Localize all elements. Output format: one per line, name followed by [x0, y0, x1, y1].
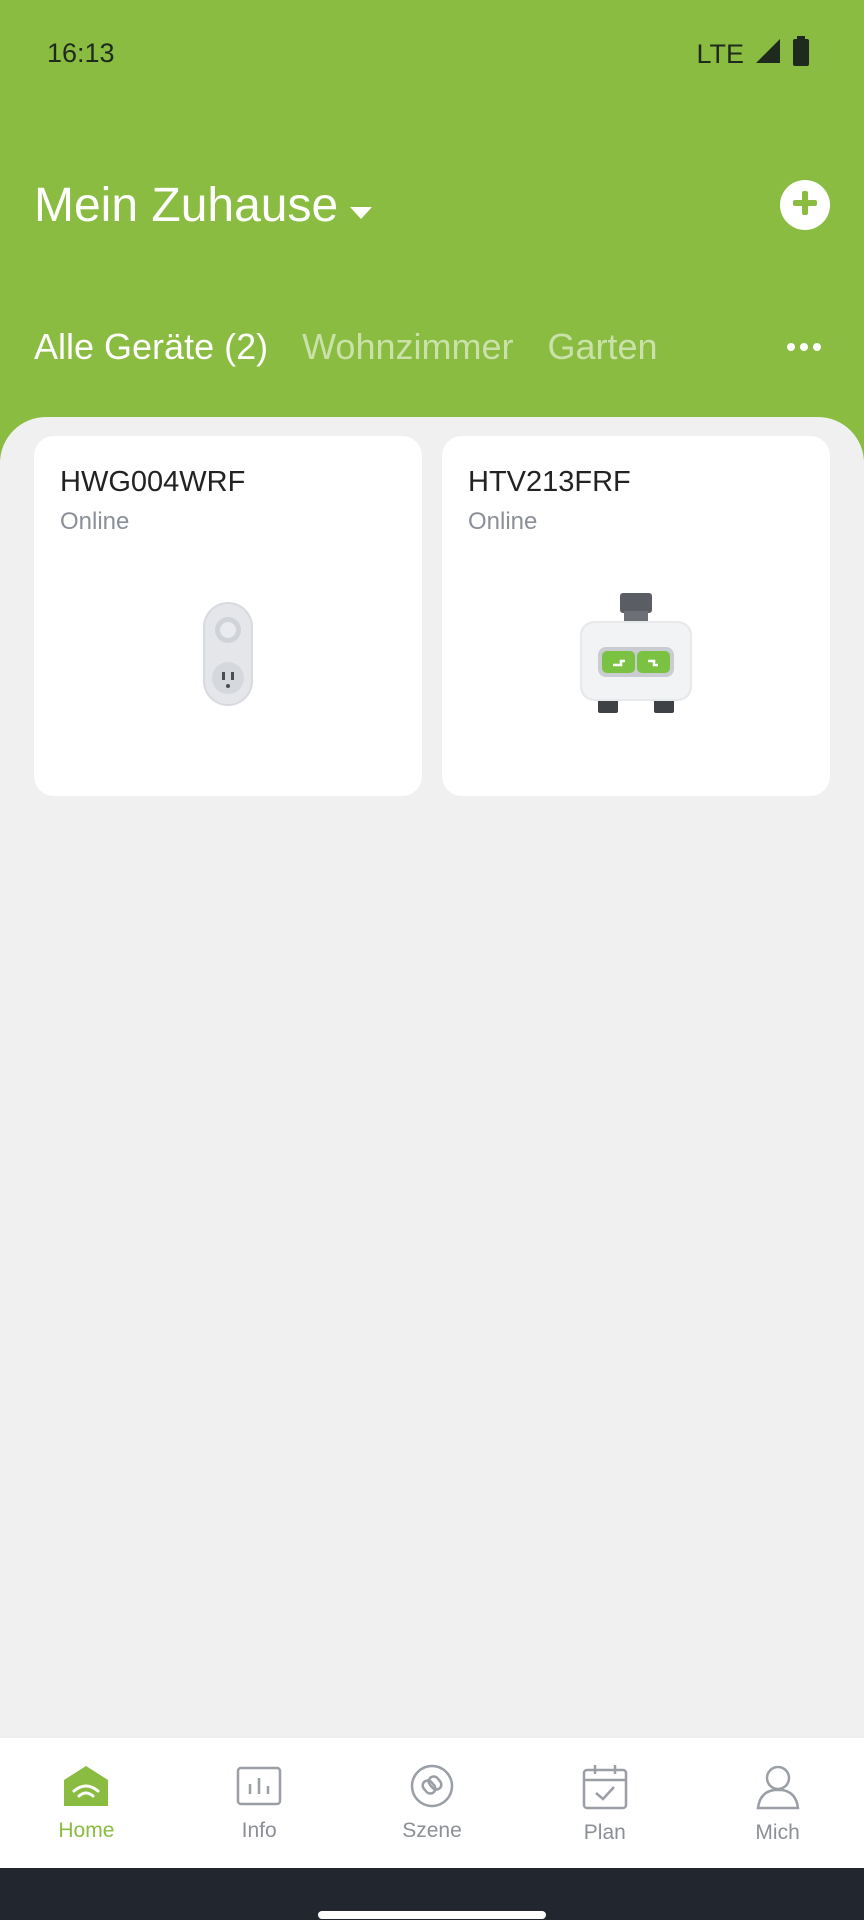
- nav-szene[interactable]: Szene: [346, 1738, 519, 1868]
- device-image: [34, 586, 422, 726]
- scene-icon: [408, 1764, 456, 1813]
- calendar-icon: [581, 1764, 629, 1815]
- nav-plan-label: Plan: [583, 1821, 626, 1844]
- device-card-htv213frf[interactable]: HTV213FRF Online: [442, 436, 830, 796]
- nav-mich[interactable]: Mich: [691, 1738, 864, 1868]
- caret-down-icon: [350, 178, 373, 233]
- device-card-hwg004wrf[interactable]: HWG004WRF Online: [34, 436, 422, 796]
- nav-mich-label: Mich: [755, 1821, 800, 1844]
- water-timer-icon: [576, 591, 696, 722]
- network-label: LTE: [696, 39, 744, 69]
- device-status: Online: [60, 508, 130, 535]
- nav-home[interactable]: Home: [0, 1738, 173, 1868]
- tab-garten[interactable]: Garten: [547, 326, 657, 368]
- device-name: HTV213FRF: [468, 466, 631, 498]
- home-indicator[interactable]: [318, 1911, 546, 1919]
- plus-icon: [791, 189, 819, 222]
- status-time: 16:13: [47, 38, 115, 68]
- nav-home-label: Home: [58, 1819, 115, 1842]
- nav-plan[interactable]: Plan: [518, 1738, 691, 1868]
- status-icons: LTE: [696, 36, 810, 73]
- device-status: Online: [468, 508, 538, 535]
- home-icon: [62, 1764, 110, 1813]
- home-selector[interactable]: Mein Zuhause: [34, 178, 373, 233]
- room-tabs: Alle Geräte (2) Wohnzimmer Garten: [34, 326, 658, 368]
- device-image: [442, 586, 830, 726]
- bottom-navigation: Home Info Szene Plan Mich: [0, 1738, 864, 1868]
- device-name: HWG004WRF: [60, 466, 246, 498]
- battery-icon: [792, 36, 810, 73]
- chart-icon: [235, 1764, 283, 1813]
- tab-wohnzimmer[interactable]: Wohnzimmer: [302, 326, 513, 368]
- more-icon: [786, 339, 822, 357]
- tab-all-devices[interactable]: Alle Geräte (2): [34, 326, 268, 368]
- smart-plug-icon: [198, 598, 258, 715]
- more-button[interactable]: [784, 330, 824, 366]
- signal-icon: [754, 37, 782, 72]
- home-title: Mein Zuhause: [34, 179, 339, 232]
- nav-info-label: Info: [241, 1819, 277, 1842]
- person-icon: [754, 1764, 802, 1815]
- add-device-button[interactable]: [780, 180, 830, 230]
- nav-szene-label: Szene: [402, 1819, 462, 1842]
- nav-info[interactable]: Info: [173, 1738, 346, 1868]
